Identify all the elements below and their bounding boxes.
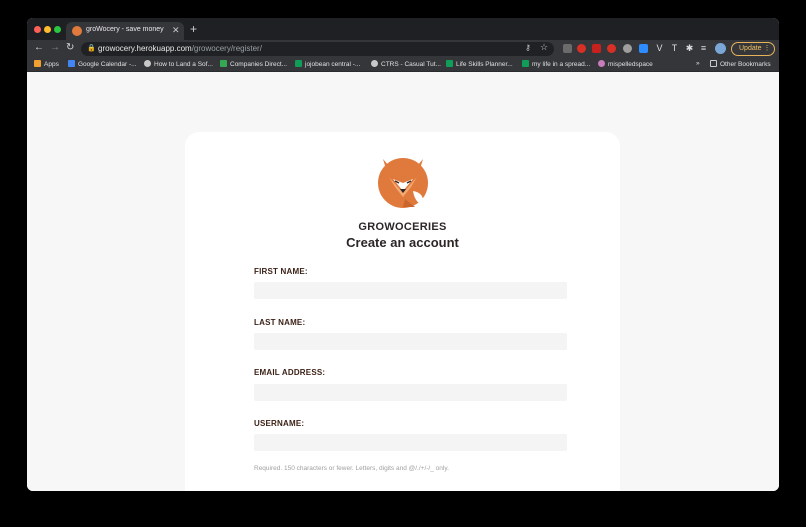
username-help-text: Required. 150 characters or fewer. Lette… — [254, 465, 449, 472]
folder-icon — [710, 60, 717, 67]
browser-toolbar: ← → ↻ 🔒 growocery.herokuapp.com/growocer… — [27, 40, 779, 58]
address-bar[interactable]: 🔒 growocery.herokuapp.com/growocery/regi… — [81, 42, 554, 56]
extension-icon[interactable] — [563, 44, 572, 53]
sheets-icon — [446, 60, 453, 67]
username-input[interactable] — [254, 434, 567, 451]
bookmark-label: Other Bookmarks — [720, 61, 771, 68]
browser-window: groWocery - save money and ti ✕ + ← → ↻ … — [27, 18, 779, 491]
apps-grid-icon — [34, 60, 41, 67]
fox-favicon-icon — [72, 26, 82, 36]
bookmark-google-calendar[interactable]: Google Calendar -... — [68, 60, 137, 70]
email-label: EMAIL ADDRESS: — [254, 368, 326, 377]
bookmarks-more-button[interactable]: » — [696, 60, 700, 70]
maximize-window-icon[interactable] — [54, 26, 61, 33]
menu-dots-icon: ⋮ — [763, 45, 771, 52]
tab-bar: groWocery - save money and ti ✕ + — [27, 18, 779, 40]
bookmark-label: CTRS - Casual Tut... — [381, 61, 441, 68]
minimize-window-icon[interactable] — [44, 26, 51, 33]
font-icon[interactable]: T — [670, 44, 679, 53]
bookmark-ctrs[interactable]: CTRS - Casual Tut... — [371, 60, 441, 70]
bookmark-label: Companies Direct... — [230, 61, 288, 68]
lastpass-icon[interactable] — [577, 44, 586, 53]
extension-pin-icon[interactable] — [607, 44, 616, 53]
username-label: USERNAME: — [254, 419, 305, 428]
bookmark-label: my life in a spread... — [532, 61, 591, 68]
key-icon[interactable]: ⚷ — [525, 43, 531, 52]
first-name-label: FIRST NAME: — [254, 267, 308, 276]
bookmark-label: Google Calendar -... — [78, 61, 137, 68]
zoom-icon[interactable] — [639, 44, 648, 53]
brand-name: GROWOCERIES — [358, 221, 447, 233]
other-bookmarks[interactable]: Other Bookmarks — [710, 60, 771, 70]
fox-logo-icon — [378, 158, 428, 208]
bookmark-mispelledspace[interactable]: mispelledspace — [598, 60, 653, 70]
calendar-icon — [68, 60, 75, 67]
reading-list-icon[interactable]: ≡ — [699, 44, 708, 53]
tab-title: groWocery - save money and ti — [86, 26, 166, 33]
bookmark-land-a-sof[interactable]: How to Land a Sof... — [144, 60, 213, 70]
new-tab-button[interactable]: + — [190, 22, 197, 36]
vimium-icon[interactable]: V — [655, 44, 664, 53]
sheets-icon — [522, 60, 529, 67]
bookmark-label: jojobean central -... — [305, 61, 361, 68]
bookmark-label: Apps — [44, 61, 59, 68]
bookmark-apps[interactable]: Apps — [34, 60, 59, 70]
bookmark-my-life[interactable]: my life in a spread... — [522, 60, 590, 70]
email-input[interactable] — [254, 384, 567, 401]
bookmarks-bar: Apps Google Calendar -... How to Land a … — [27, 58, 779, 72]
globe-icon — [371, 60, 378, 67]
update-label: Update — [739, 45, 762, 52]
avatar-icon — [598, 60, 605, 67]
globe-icon — [144, 60, 151, 67]
last-name-label: LAST NAME: — [254, 318, 306, 327]
url-path: /growocery/register/ — [191, 44, 262, 53]
last-name-input[interactable] — [254, 333, 567, 350]
tab-close-icon[interactable]: ✕ — [172, 25, 180, 36]
bookmark-label: mispelledspace — [608, 61, 653, 68]
puzzle-icon[interactable]: ✱ — [685, 44, 694, 53]
bookmark-jojobean[interactable]: jojobean central -... — [295, 60, 360, 70]
forward-arrow-icon[interactable]: → — [50, 42, 60, 53]
back-arrow-icon[interactable]: ← — [34, 42, 44, 53]
star-icon[interactable]: ☆ — [540, 42, 548, 53]
lock-icon: 🔒 — [87, 45, 96, 52]
first-name-input[interactable] — [254, 282, 567, 299]
reload-icon[interactable]: ↻ — [66, 42, 74, 53]
tab-growocery[interactable]: groWocery - save money and ti ✕ — [66, 22, 184, 40]
drive-icon — [220, 60, 227, 67]
bookmark-companies[interactable]: Companies Direct... — [220, 60, 287, 70]
register-card: GROWOCERIES Create an account FIRST NAME… — [185, 132, 620, 491]
close-window-icon[interactable] — [34, 26, 41, 33]
bookmark-label: Life Skills Planner... — [456, 61, 513, 68]
update-button[interactable]: Update ⋮ — [731, 42, 775, 56]
bookmark-label: How to Land a Sof... — [154, 61, 213, 68]
page-content: GROWOCERIES Create an account FIRST NAME… — [27, 73, 779, 491]
url-text[interactable]: growocery.herokuapp.com/growocery/regist… — [98, 44, 262, 53]
extension-gray-icon[interactable] — [623, 44, 632, 53]
profile-avatar[interactable] — [715, 43, 726, 54]
url-host: growocery.herokuapp.com — [98, 44, 192, 53]
extension-red-icon[interactable] — [592, 44, 601, 53]
bookmark-life-skills[interactable]: Life Skills Planner... — [446, 60, 513, 70]
sheets-icon — [295, 60, 302, 67]
page-title: Create an account — [346, 235, 459, 250]
